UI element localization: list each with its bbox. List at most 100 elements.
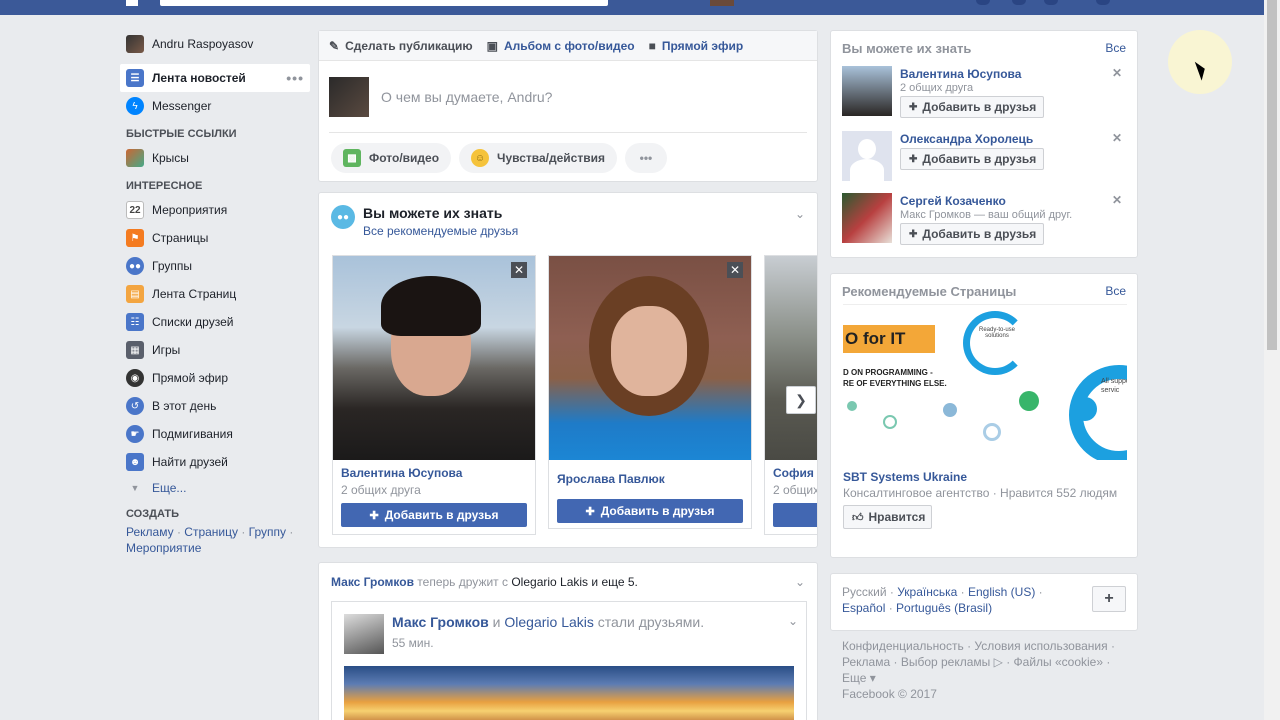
- language-link[interactable]: English (US): [968, 585, 1035, 599]
- create-event-link[interactable]: Мероприятие: [126, 541, 201, 555]
- suggestion-name[interactable]: Олександра Хоролець: [900, 132, 1033, 146]
- create-ad-link[interactable]: Рекламу: [126, 525, 174, 539]
- see-all-link[interactable]: Все: [1105, 284, 1126, 299]
- mutual-friends[interactable]: 2 общих друга: [900, 82, 973, 94]
- profile-link[interactable]: Andru Raspoyasov: [120, 30, 310, 58]
- status-input[interactable]: О чем вы думаете, Andru?: [381, 89, 552, 105]
- add-friend-button[interactable]: ✚ Добавить в друзья: [900, 148, 1044, 170]
- nav-live[interactable]: ◉ Прямой эфир: [120, 364, 310, 392]
- account-menu-icon[interactable]: [1096, 0, 1110, 5]
- more-options-icon[interactable]: •••: [286, 70, 304, 86]
- language-link[interactable]: Português (Brasil): [896, 601, 992, 615]
- avatar[interactable]: [842, 193, 892, 243]
- nav-events[interactable]: 22 Мероприятия: [120, 196, 310, 224]
- actor-link[interactable]: Макс Громков: [331, 575, 414, 589]
- story-card: Макс Громков и Olegario Lakis стали друз…: [331, 601, 807, 720]
- suggestion-name[interactable]: Валентина Юсупова: [333, 460, 535, 480]
- nav-find-friends[interactable]: ☻ Найти друзей: [120, 448, 310, 476]
- suggestion-item: Валентина Юсупова 2 общих друга ✚ Добавит…: [842, 66, 1128, 118]
- add-language-button[interactable]: +: [1092, 586, 1126, 612]
- messages-icon[interactable]: [1012, 0, 1026, 5]
- search-input[interactable]: [160, 0, 608, 6]
- page-name[interactable]: SBT Systems Ukraine: [843, 470, 967, 484]
- footer-link[interactable]: Еще: [842, 671, 866, 685]
- like-page-button[interactable]: 👍︎ Нравится: [843, 505, 932, 529]
- scrollbar-thumb[interactable]: [1267, 0, 1277, 350]
- footer-link[interactable]: Реклама: [842, 655, 890, 669]
- more-actions-button[interactable]: •••: [624, 143, 667, 173]
- notifications-icon[interactable]: [1044, 0, 1058, 5]
- friend-link[interactable]: Olegario Lakis: [511, 575, 588, 589]
- profile-avatar[interactable]: [710, 0, 734, 6]
- add-friend-button[interactable]: ✚ Добавить в друзья: [341, 503, 527, 527]
- nav-label: Страницы: [152, 231, 209, 245]
- create-group-link[interactable]: Группу: [249, 525, 286, 539]
- footer-link[interactable]: Файлы «cookie»: [1014, 655, 1104, 669]
- friend-link[interactable]: Olegario Lakis: [504, 614, 594, 630]
- nav-label: Лента новостей: [152, 71, 246, 85]
- nav-quick-link[interactable]: Крысы: [120, 144, 310, 172]
- nav-on-this-day[interactable]: ↺ В этот день: [120, 392, 310, 420]
- cover-photo[interactable]: [344, 666, 794, 720]
- add-friend-button[interactable]: ✚ Добавить в друзья: [900, 223, 1044, 245]
- add-friend-button[interactable]: ✚: [773, 503, 817, 527]
- timestamp[interactable]: 55 мин.: [392, 636, 704, 650]
- nav-label: Прямой эфир: [152, 371, 228, 385]
- avatar[interactable]: [842, 131, 892, 181]
- suggestion-card: ✕ Ярослава Павлюк ✚ Добавить в друзья: [548, 255, 752, 529]
- create-page-link[interactable]: Страницу: [184, 525, 238, 539]
- chevron-down-icon[interactable]: ⌄: [795, 207, 805, 221]
- suggestion-name[interactable]: Валентина Юсупова: [900, 67, 1021, 81]
- nav-groups[interactable]: ●● Группы: [120, 252, 310, 280]
- nav-messenger[interactable]: ϟ Messenger: [120, 92, 310, 120]
- nav-pages[interactable]: ⚑ Страницы: [120, 224, 310, 252]
- suggestion-photo[interactable]: ✕: [549, 256, 751, 460]
- close-icon[interactable]: ✕: [727, 262, 743, 278]
- add-friend-button[interactable]: ✚ Добавить в друзья: [900, 96, 1044, 118]
- page-scrollbar[interactable]: [1264, 0, 1280, 720]
- footer-link[interactable]: Конфиденциальность: [842, 639, 964, 653]
- friend-requests-icon[interactable]: [976, 0, 990, 5]
- close-icon[interactable]: ✕: [1112, 66, 1122, 80]
- see-all-link[interactable]: Все: [1105, 41, 1126, 56]
- ad-dot: [1019, 391, 1039, 411]
- close-icon[interactable]: ✕: [511, 262, 527, 278]
- close-icon[interactable]: ✕: [1112, 131, 1122, 145]
- footer-link[interactable]: Условия использования: [974, 639, 1107, 653]
- tab-create-post[interactable]: ✎ Сделать публикацию: [329, 39, 473, 53]
- ad-image[interactable]: O for IT D ON PROGRAMMING - RE OF EVERYTH…: [843, 304, 1127, 460]
- actor-link[interactable]: Макс Громков: [392, 614, 489, 630]
- language-link[interactable]: Українська: [897, 585, 957, 599]
- nav-label: Крысы: [152, 151, 189, 165]
- suggestion-name[interactable]: Сергей Козаченко: [900, 194, 1006, 208]
- suggestion-name[interactable]: Ярослава Павлюк: [549, 460, 751, 486]
- footer-link[interactable]: Выбор рекламы: [901, 655, 990, 669]
- next-arrow-button[interactable]: ❯: [786, 386, 816, 414]
- feeling-activity-button[interactable]: ☺ Чувства/действия: [459, 143, 617, 173]
- suggestion-name[interactable]: София П: [765, 460, 817, 480]
- suggestion-photo[interactable]: ✕: [333, 256, 535, 460]
- nav-pokes[interactable]: ☛ Подмигивания: [120, 420, 310, 448]
- mutual-friends[interactable]: Макс Громков — ваш общий друг.: [900, 209, 1072, 221]
- mutual-friends[interactable]: 2 общих: [765, 480, 817, 497]
- nav-games[interactable]: ▦ Игры: [120, 336, 310, 364]
- nav-friend-lists[interactable]: ☷ Списки друзей: [120, 308, 310, 336]
- add-friend-button[interactable]: ✚ Добавить в друзья: [557, 499, 743, 523]
- avatar[interactable]: [842, 66, 892, 116]
- story-title: Макс Громков и Olegario Lakis стали друз…: [392, 614, 704, 630]
- close-icon[interactable]: ✕: [1112, 193, 1122, 207]
- language-link[interactable]: Español: [842, 601, 885, 615]
- chevron-down-icon[interactable]: ⌄: [788, 614, 798, 628]
- nav-news-feed[interactable]: ☰ Лента новостей •••: [120, 64, 310, 92]
- facebook-logo-icon[interactable]: [126, 0, 138, 6]
- all-suggestions-link[interactable]: Все рекомендуемые друзья: [363, 224, 518, 238]
- photo-video-button[interactable]: ▩ Фото/видео: [331, 143, 452, 173]
- tab-live-video[interactable]: ■ Прямой эфир: [649, 39, 744, 53]
- suggestion-photo[interactable]: [765, 256, 817, 460]
- nav-pages-feed[interactable]: ▤ Лента Страниц: [120, 280, 310, 308]
- tab-photo-album[interactable]: ▣ Альбом с фото/видео: [487, 39, 635, 53]
- chevron-down-icon[interactable]: ⌄: [795, 575, 805, 589]
- nav-more[interactable]: ▼ Еще...: [120, 476, 310, 500]
- mutual-friends[interactable]: 2 общих друга: [333, 480, 535, 497]
- avatar[interactable]: [344, 614, 384, 654]
